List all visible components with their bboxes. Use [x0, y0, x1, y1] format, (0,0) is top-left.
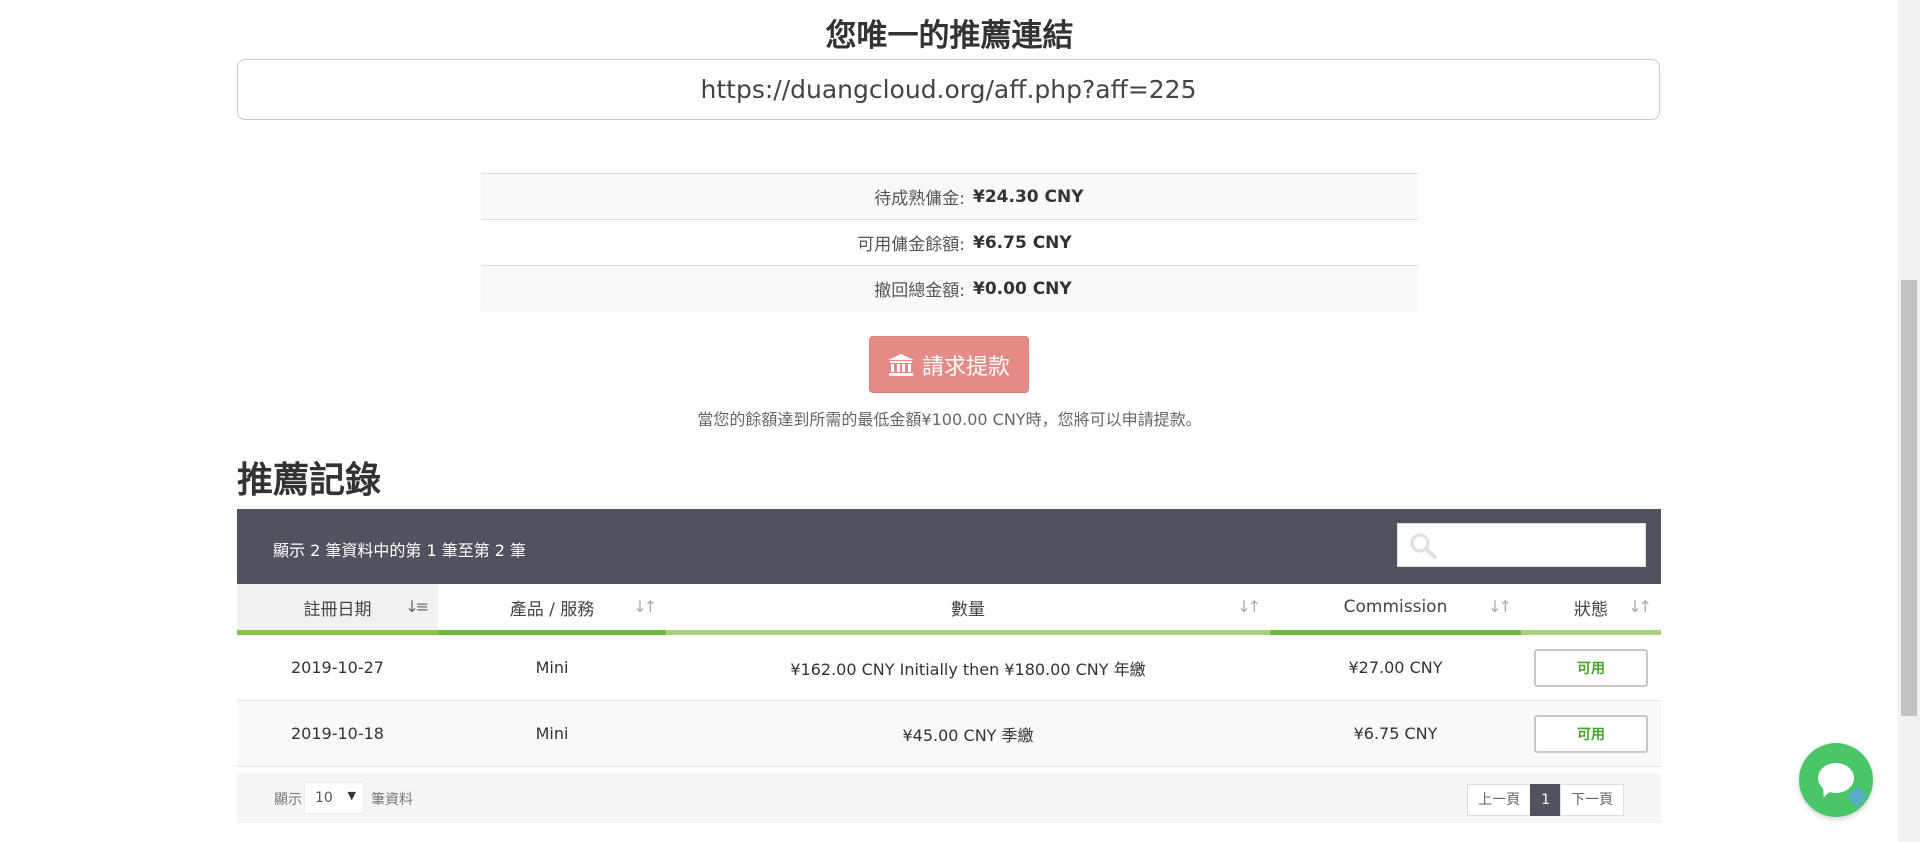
- status-badge: 可用: [1534, 648, 1648, 687]
- status-badge: 可用: [1534, 714, 1648, 753]
- column-header-commission[interactable]: Commission ↓↑: [1270, 584, 1521, 635]
- column-header-date[interactable]: 註冊日期 ↓≡: [237, 584, 438, 635]
- sort-icon: ↓↑: [1628, 597, 1652, 616]
- sort-icon: ↓≡: [405, 597, 429, 616]
- page-scrollbar[interactable]: [1898, 0, 1920, 842]
- chat-status-icon: [1847, 786, 1867, 808]
- cell-date: 2019-10-27: [291, 658, 384, 677]
- length-prefix: 顯示: [274, 792, 302, 808]
- cell-product: Mini: [535, 724, 569, 743]
- stat-label: 可用傭金餘額:: [857, 235, 965, 255]
- column-header-product[interactable]: 產品 / 服務 ↓↑: [438, 584, 666, 635]
- cell-status: 可用: [1521, 714, 1661, 753]
- bank-icon: [887, 353, 914, 376]
- commission-stats: 待成熟傭金: ¥24.30 CNY 可用傭金餘額: ¥6.75 CNY 撤回總金…: [481, 173, 1418, 311]
- column-header-status[interactable]: 狀態 ↓↑: [1521, 584, 1661, 635]
- scrollbar-thumb[interactable]: [1901, 280, 1917, 716]
- cell-amount: ¥162.00 CNY Initially then ¥180.00 CNY 年…: [790, 659, 1146, 679]
- sort-icon: ↓↑: [1488, 597, 1512, 616]
- table-info: 顯示 2 筆資料中的第 1 筆至第 2 筆: [273, 541, 527, 560]
- prev-page-button[interactable]: 上一頁: [1467, 784, 1532, 816]
- pagination: 上一頁 1 下一頁: [1467, 784, 1624, 816]
- stat-label: 待成熟傭金:: [874, 189, 965, 209]
- referral-link-field[interactable]: https://duangcloud.org/aff.php?aff=225: [237, 59, 1660, 120]
- column-label: Commission: [1343, 597, 1448, 617]
- records-title: 推薦記錄: [237, 460, 382, 501]
- table-row: 2019-10-18 Mini ¥45.00 CNY 季繳 ¥6.75 CNY …: [237, 701, 1661, 767]
- stat-row: 待成熟傭金: ¥24.30 CNY: [481, 173, 1418, 219]
- stat-label: 撤回總金額:: [874, 281, 965, 301]
- table-footer: 顯示 10 ▼ 筆資料 上一頁 1 下一頁: [237, 773, 1661, 823]
- search-input[interactable]: [1442, 530, 1641, 562]
- length-suffix: 筆資料: [371, 792, 413, 808]
- column-label: 數量: [951, 599, 985, 620]
- column-label: 產品 / 服務: [509, 599, 595, 620]
- stat-row: 可用傭金餘額: ¥6.75 CNY: [481, 219, 1418, 265]
- table-toolbar: 顯示 2 筆資料中的第 1 筆至第 2 筆: [237, 509, 1661, 584]
- stat-value: ¥24.30 CNY: [973, 186, 1084, 207]
- withdraw-button-label: 請求提款: [921, 354, 1010, 380]
- table-header-row: 註冊日期 ↓≡ 產品 / 服務 ↓↑ 數量 ↓↑ Commission ↓↑ 狀…: [237, 584, 1661, 635]
- table-search[interactable]: [1397, 523, 1646, 567]
- stat-row: 撤回總金額: ¥0.00 CNY: [481, 265, 1418, 311]
- search-icon: [1410, 533, 1437, 559]
- page: 您唯一的推薦連結 https://duangcloud.org/aff.php?…: [0, 0, 1898, 842]
- table-body: 2019-10-27 Mini ¥162.00 CNY Initially th…: [237, 635, 1661, 767]
- table-row: 2019-10-27 Mini ¥162.00 CNY Initially th…: [237, 635, 1661, 701]
- stat-value: ¥6.75 CNY: [973, 232, 1072, 253]
- cell-commission: ¥27.00 CNY: [1348, 658, 1443, 677]
- stat-value: ¥0.00 CNY: [973, 278, 1072, 299]
- page-length-select[interactable]: 10 ▼: [304, 782, 364, 814]
- referral-title: 您唯一的推薦連結: [825, 18, 1074, 54]
- cell-status: 可用: [1521, 648, 1661, 687]
- column-label: 註冊日期: [303, 599, 372, 620]
- cell-product: Mini: [535, 658, 569, 677]
- withdraw-notice: 當您的餘額達到所需的最低金額¥100.00 CNY時，您將可以申請提款。: [697, 410, 1202, 429]
- sort-icon: ↓↑: [1237, 597, 1261, 616]
- cell-commission: ¥6.75 CNY: [1353, 724, 1438, 743]
- withdraw-request-button[interactable]: 請求提款: [869, 336, 1029, 393]
- chevron-down-icon: ▼: [347, 789, 356, 802]
- column-header-amount[interactable]: 數量 ↓↑: [666, 584, 1270, 635]
- column-label: 狀態: [1574, 599, 1608, 620]
- page-length-value: 10: [315, 790, 333, 806]
- next-page-button[interactable]: 下一頁: [1560, 784, 1624, 816]
- cell-amount: ¥45.00 CNY 季繳: [902, 725, 1034, 745]
- cell-date: 2019-10-18: [291, 724, 384, 743]
- page-button-current[interactable]: 1: [1530, 784, 1561, 816]
- sort-icon: ↓↑: [633, 597, 657, 616]
